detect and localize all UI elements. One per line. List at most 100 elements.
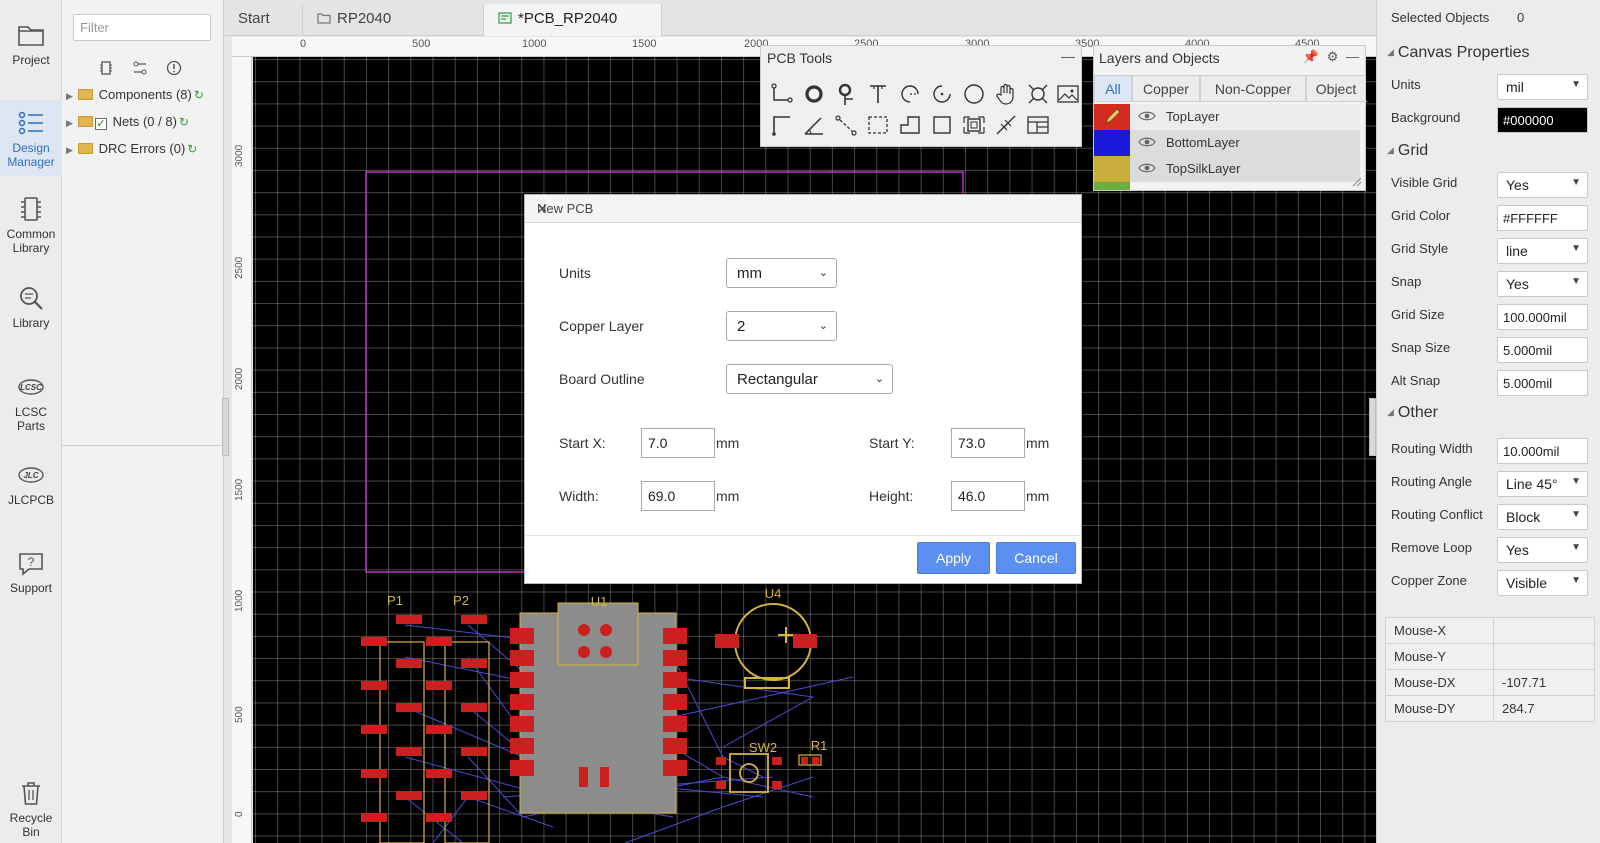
grid-color-input[interactable] — [1497, 205, 1588, 231]
alt-snap-input[interactable] — [1497, 370, 1588, 396]
component-filter-icon[interactable] — [98, 60, 114, 76]
right-panel-collapse-handle[interactable] — [1369, 398, 1376, 456]
expand-arrow-icon[interactable]: ▶ — [66, 86, 78, 106]
tab-rp2040[interactable]: RP2040 — [303, 4, 484, 36]
component-p1[interactable]: P1 — [361, 593, 425, 843]
minimize-icon[interactable]: — — [1346, 49, 1359, 64]
snap-select[interactable]: Yes ▼ — [1497, 271, 1588, 297]
apply-button[interactable]: Apply — [917, 542, 990, 574]
rail-project[interactable]: Project — [0, 20, 62, 67]
collapse-triangle-icon[interactable]: ◢ — [1387, 47, 1394, 57]
grid-size-input[interactable] — [1497, 304, 1588, 330]
component-sw2[interactable]: SW2 — [716, 740, 782, 793]
eye-icon[interactable] — [1138, 136, 1156, 148]
layers-tab-copper[interactable]: Copper — [1132, 75, 1200, 101]
nets-checkbox[interactable]: ✓ — [95, 118, 107, 130]
canvas-properties-section[interactable]: ◢ Canvas Properties — [1387, 44, 1530, 62]
background-input[interactable] — [1497, 107, 1588, 133]
rail-jlcpcb[interactable]: JLC JLCPCB — [0, 460, 62, 507]
rail-library[interactable]: Library — [0, 283, 62, 330]
height-input[interactable] — [951, 481, 1025, 511]
hand-icon[interactable] — [993, 81, 1019, 107]
other-section[interactable]: ◢ Other — [1387, 404, 1438, 422]
layer-color-swatch[interactable] — [1094, 104, 1130, 130]
copper-zone-select[interactable]: Visible ▼ — [1497, 570, 1588, 596]
grid-section[interactable]: ◢ Grid — [1387, 142, 1428, 160]
collapse-triangle-icon[interactable]: ◢ — [1387, 145, 1394, 155]
layer-color-swatch[interactable] — [1094, 156, 1130, 182]
panel-divider[interactable] — [62, 445, 224, 446]
expand-arrow-icon[interactable]: ▶ — [66, 113, 78, 133]
text-icon[interactable] — [865, 81, 891, 107]
copper-area-icon[interactable] — [961, 112, 987, 138]
component-r1[interactable]: R1 — [798, 738, 827, 766]
tree-item-nets[interactable]: ▶ ✓ Nets (0 / 8) ↻ — [66, 112, 189, 132]
connect-icon[interactable] — [833, 112, 859, 138]
layer-row-bottomlayer[interactable]: BottomLayer — [1094, 130, 1360, 156]
drc-alert-icon[interactable] — [166, 60, 182, 76]
layers-tab-all[interactable]: All — [1094, 75, 1132, 101]
corner-icon[interactable] — [769, 112, 795, 138]
routing-conflict-select[interactable]: Block ▼ — [1497, 504, 1588, 530]
net-filter-icon[interactable] — [132, 60, 148, 76]
tree-item-components[interactable]: ▶ Components (8) ↻ — [66, 85, 204, 105]
layer-row-toplayer[interactable]: TopLayer — [1094, 104, 1360, 130]
cancel-button[interactable]: Cancel — [996, 542, 1076, 574]
select-icon[interactable] — [865, 112, 891, 138]
angle-icon[interactable] — [801, 112, 827, 138]
gear-icon[interactable]: ⚙ — [1327, 49, 1339, 64]
routing-angle-select[interactable]: Line 45° ▼ — [1497, 471, 1588, 497]
start-x-input[interactable] — [641, 428, 715, 458]
eye-icon[interactable] — [1138, 162, 1156, 174]
rail-common-library[interactable]: Common Library — [0, 194, 62, 255]
solid-region-icon[interactable] — [897, 112, 923, 138]
snap-size-input[interactable] — [1497, 337, 1588, 363]
rect-icon[interactable] — [929, 112, 955, 138]
pad-icon[interactable] — [801, 81, 827, 107]
width-input[interactable] — [641, 481, 715, 511]
minimize-icon[interactable]: — — [1061, 48, 1075, 64]
resize-grip-icon[interactable] — [1350, 175, 1362, 187]
eye-icon[interactable] — [1138, 110, 1156, 122]
units-select[interactable]: mil ▼ — [1497, 74, 1588, 100]
board-outline-select[interactable]: Rectangular ⌄ — [726, 364, 893, 394]
via-icon[interactable] — [833, 81, 859, 107]
visible-grid-select[interactable]: Yes ▼ — [1497, 172, 1588, 198]
component-p2[interactable]: P2 — [426, 593, 490, 843]
table-icon[interactable] — [1025, 112, 1051, 138]
collapse-triangle-icon[interactable]: ◢ — [1387, 407, 1394, 417]
grid-style-select[interactable]: line ▼ — [1497, 238, 1588, 264]
hole-icon[interactable] — [1025, 81, 1051, 107]
expand-arrow-icon[interactable]: ▶ — [66, 140, 78, 160]
refresh-icon[interactable]: ↻ — [187, 142, 197, 156]
units-select[interactable]: mm ⌄ — [726, 258, 837, 288]
component-u4[interactable]: U4 — [715, 586, 817, 689]
pin-icon[interactable]: 📌 — [1303, 49, 1319, 64]
layer-color-swatch[interactable] — [1094, 130, 1130, 156]
tree-item-drc-errors[interactable]: ▶ DRC Errors (0) ↻ — [66, 139, 197, 159]
routing-width-input[interactable] — [1497, 438, 1588, 464]
tab-pcb-rp2040[interactable]: *PCB_RP2040 — [484, 4, 662, 36]
arc-icon[interactable] — [897, 81, 923, 107]
layers-tab-non-copper[interactable]: Non-Copper — [1200, 75, 1306, 101]
filter-input[interactable] — [73, 14, 211, 41]
arc2-icon[interactable] — [929, 81, 955, 107]
track-icon[interactable] — [769, 81, 795, 107]
rail-support[interactable]: ? Support — [0, 548, 62, 595]
circle-icon[interactable] — [961, 81, 987, 107]
image-icon[interactable] — [1055, 81, 1081, 107]
refresh-icon[interactable]: ↻ — [194, 88, 204, 102]
dialog-title-bar[interactable]: New PCB ✕ — [525, 195, 1081, 223]
rail-recycle-bin[interactable]: Recycle Bin — [0, 778, 62, 839]
tab-start[interactable]: Start — [224, 4, 303, 36]
copper-layer-select[interactable]: 2 ⌄ — [726, 311, 837, 341]
left-panel-collapse-handle[interactable] — [222, 398, 229, 456]
component-u1[interactable]: U1 — [510, 594, 687, 814]
refresh-icon[interactable]: ↻ — [179, 115, 189, 129]
remove-loop-select[interactable]: Yes ▼ — [1497, 537, 1588, 563]
close-icon[interactable]: ✕ — [537, 201, 1069, 217]
layer-row-topsilklayer[interactable]: TopSilkLayer — [1094, 156, 1360, 182]
dimension-icon[interactable] — [993, 112, 1019, 138]
rail-lcsc-parts[interactable]: LCSC LCSC Parts — [0, 372, 62, 433]
rail-design-manager[interactable]: Design Manager — [0, 100, 62, 176]
